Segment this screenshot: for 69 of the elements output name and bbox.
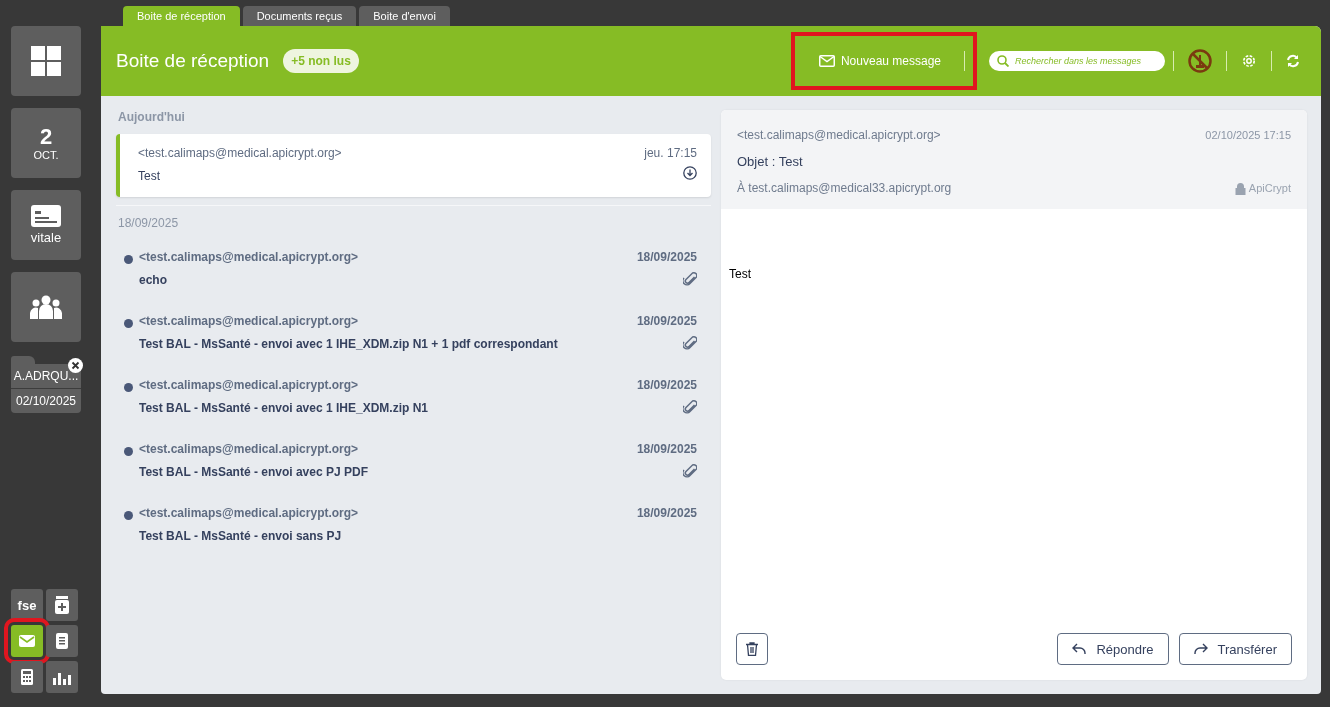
mail-icon bbox=[19, 635, 35, 647]
patient-date: 02/10/2025 bbox=[11, 389, 81, 413]
reply-icon bbox=[1072, 643, 1087, 655]
sidebar-tile[interactable] bbox=[11, 26, 81, 96]
page-title: Boite de réception bbox=[116, 50, 270, 72]
message-date: 02/10/2025 17:15 bbox=[1205, 129, 1291, 141]
calculator-icon bbox=[21, 669, 33, 685]
message-time: 18/09/2025 bbox=[636, 314, 697, 328]
message-time: 18/09/2025 bbox=[636, 442, 697, 456]
message-card[interactable]: <test.calimaps@medical.apicrypt.org> Test jeu. 17:15 bbox=[116, 134, 711, 197]
group-heading: Aujourd'hui bbox=[118, 110, 186, 124]
message-sender: <test.calimaps@medical.apicrypt.org> bbox=[139, 314, 360, 328]
shortcut-button[interactable]: fse bbox=[11, 589, 43, 621]
security-label: ApiCrypt bbox=[1248, 182, 1291, 194]
message-time: jeu. 17:15 bbox=[644, 146, 697, 160]
message-sender: <test.calimaps@medical.apicrypt.org> bbox=[139, 442, 360, 456]
patient-name[interactable]: A.ADRQU... bbox=[11, 364, 81, 389]
shortcut-button[interactable] bbox=[46, 625, 78, 657]
message-row[interactable]: <test.calimaps@medical.apicrypt.org> Test BAL - MsSanté - envoi sans PJ 18/09/2025 bbox=[116, 496, 711, 560]
shortcut-button[interactable] bbox=[46, 589, 78, 621]
forward-icon bbox=[1193, 643, 1208, 655]
forward-button[interactable]: Transférer bbox=[1178, 633, 1292, 665]
stethoscope-off-icon[interactable] bbox=[1188, 49, 1212, 73]
message-row[interactable]: <test.calimaps@medical.apicrypt.org> Test BAL - MsSanté - envoi avec 1 IHE_XDM.zip N1 18/09/2025 bbox=[116, 368, 711, 432]
document-icon bbox=[56, 633, 68, 649]
message-body: Test bbox=[729, 267, 751, 281]
message-time: 18/09/2025 bbox=[636, 378, 697, 392]
message-subject: Objet : Test bbox=[737, 154, 804, 169]
sidebar-tile[interactable]: vitale bbox=[11, 190, 81, 260]
recipient-address: À test.calimaps@medical33.apicrypt.org bbox=[737, 181, 952, 195]
trash-icon bbox=[746, 642, 758, 656]
group-heading: 18/09/2025 bbox=[118, 216, 180, 230]
close-icon[interactable] bbox=[68, 358, 83, 373]
message-row[interactable]: <test.calimaps@medical.apicrypt.org> Test BAL - MsSanté - envoi avec 1 IHE_XDM.zip N1 + 1 pdf correspondant 18/09/2025 bbox=[116, 304, 711, 368]
date-month: OCT. bbox=[33, 149, 59, 161]
message-subject[interactable]: Test BAL - MsSanté - envoi avec 1 IHE_XDM.zip N1 bbox=[139, 401, 637, 415]
card-icon bbox=[31, 205, 61, 227]
mail-icon bbox=[818, 55, 835, 67]
message-subject[interactable]: Test BAL - MsSanté - envoi avec PJ PDF bbox=[139, 465, 637, 479]
tab[interactable]: Boite d'envoi bbox=[359, 6, 450, 26]
sender-address: <test.calimaps@medical.apicrypt.org> bbox=[737, 128, 941, 142]
message-subject[interactable]: Test bbox=[138, 169, 645, 183]
shortcut-button[interactable] bbox=[11, 661, 43, 693]
sidebar-tile[interactable]: 2 OCT. bbox=[11, 108, 81, 178]
grid-icon bbox=[31, 46, 61, 76]
message-subject[interactable]: Test BAL - MsSanté - envoi avec 1 IHE_XDM.zip N1 + 1 pdf correspondant bbox=[139, 337, 637, 351]
sidebar-tile[interactable] bbox=[11, 272, 81, 342]
download-icon[interactable] bbox=[683, 166, 697, 180]
message-time: 18/09/2025 bbox=[636, 250, 697, 264]
message-row[interactable]: <test.calimaps@medical.apicrypt.org> Test BAL - MsSanté - envoi avec PJ PDF 18/09/2025 bbox=[116, 432, 711, 496]
medicine-jar-icon bbox=[55, 596, 69, 614]
reply-button[interactable]: Répondre bbox=[1057, 633, 1169, 665]
unread-badge: +5 non lus bbox=[283, 49, 359, 73]
message-sender: <test.calimaps@medical.apicrypt.org> bbox=[139, 506, 360, 520]
delete-button[interactable] bbox=[736, 633, 768, 665]
shortcut-button[interactable] bbox=[46, 661, 78, 693]
tile-label: vitale bbox=[30, 230, 62, 245]
message-time: 18/09/2025 bbox=[636, 506, 697, 520]
message-sender: <test.calimaps@medical.apicrypt.org> bbox=[139, 250, 360, 264]
lock-icon bbox=[1234, 181, 1246, 195]
message-row[interactable]: <test.calimaps@medical.apicrypt.org> echo 18/09/2025 bbox=[116, 240, 711, 304]
message-subject[interactable]: echo bbox=[139, 273, 637, 287]
search-field[interactable]: Rechercher dans les messages bbox=[989, 51, 1165, 71]
message-sender: <test.calimaps@medical.apicrypt.org> bbox=[139, 378, 360, 392]
group-icon bbox=[30, 295, 62, 319]
tab[interactable]: Documents reçus bbox=[242, 6, 357, 26]
date-day: 2 bbox=[39, 125, 53, 149]
message-sender: <test.calimaps@medical.apicrypt.org> bbox=[138, 146, 343, 160]
message-subject[interactable]: Test BAL - MsSanté - envoi sans PJ bbox=[139, 529, 637, 543]
